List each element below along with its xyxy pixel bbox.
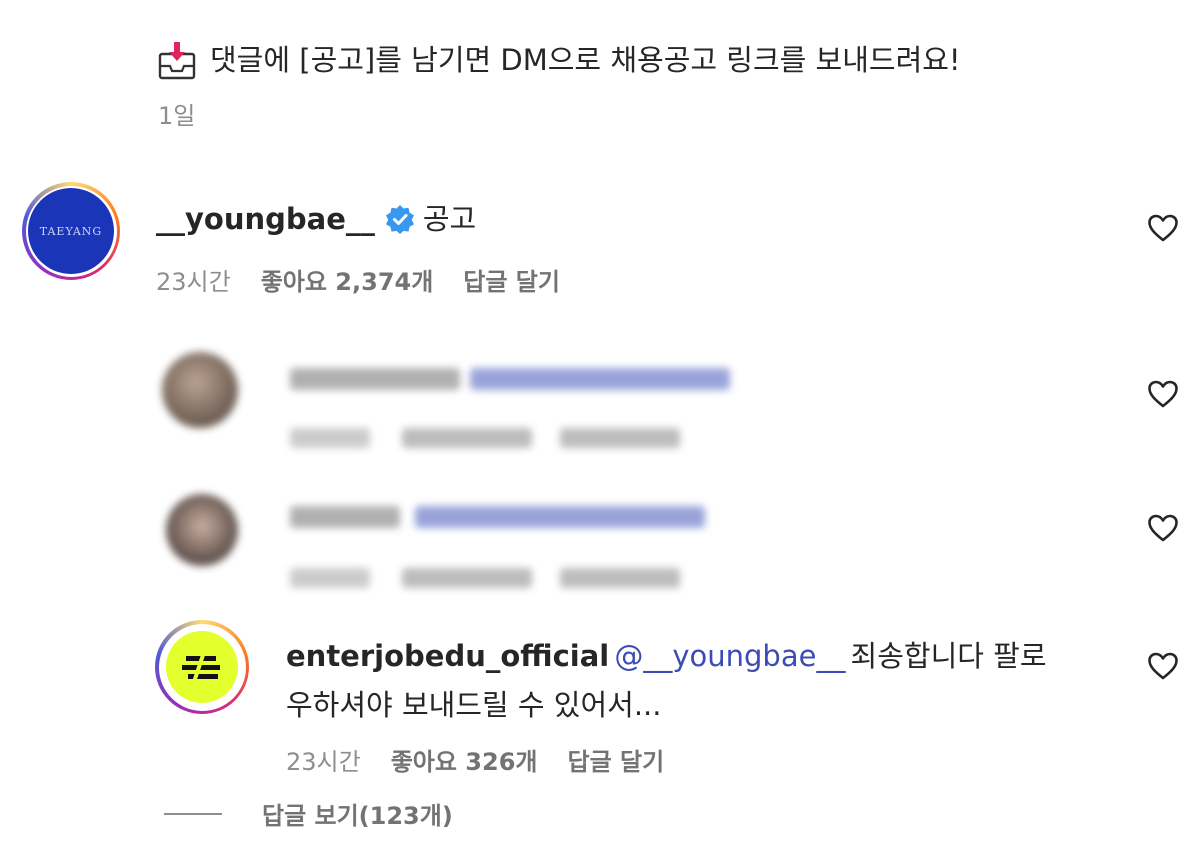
avatar-logo-text: TAEYANG — [39, 224, 103, 238]
comment-youngbae: TAEYANG — [22, 182, 120, 280]
comment-enterjobedu — [155, 620, 249, 714]
reply-button[interactable]: 답글 달기 — [463, 262, 560, 297]
comment-likes[interactable]: 좋아요 326개 — [391, 742, 538, 777]
like-heart-icon[interactable] — [1147, 213, 1179, 243]
comments-panel: 댓글에 [공고]를 남기면 DM으로 채용공고 링크를 보내드려요! 1일 TA… — [0, 0, 1200, 862]
verified-badge-icon — [385, 205, 414, 234]
caption-time: 1일 — [158, 102, 196, 130]
comment-enterjobedu-body: enterjobedu_official @__youngbae__ 죄송합니다… — [286, 634, 1106, 727]
view-replies-label: 답글 보기(123개) — [262, 802, 453, 830]
caption-text: 댓글에 [공고]를 남기면 DM으로 채용공고 링크를 보내드려요! — [210, 43, 961, 77]
comment-username[interactable]: __youngbae__ — [156, 202, 375, 236]
blurred-reply — [140, 330, 780, 470]
like-heart-icon[interactable] — [1147, 379, 1179, 409]
comment-time[interactable]: 23시간 — [156, 262, 231, 297]
comment-meta: 23시간 좋아요 2,374개 답글 달기 — [156, 262, 560, 297]
reply-button[interactable]: 답글 달기 — [567, 742, 664, 777]
avatar-image: TAEYANG — [28, 188, 114, 274]
inbox-download-icon — [158, 42, 196, 80]
comment-text: 공고 — [422, 202, 477, 236]
enterjobedu-logo — [166, 631, 238, 703]
like-heart-icon[interactable] — [1147, 513, 1179, 543]
avatar[interactable] — [155, 620, 249, 714]
comment-likes[interactable]: 좋아요 2,374개 — [261, 262, 434, 297]
view-replies-button[interactable]: 답글 보기(123개) — [164, 796, 453, 831]
blurred-reply — [140, 478, 780, 608]
comment-text-continued: 우하셔야 보내드릴 수 있어서... — [286, 688, 662, 722]
comment-time[interactable]: 23시간 — [286, 742, 361, 777]
post-caption: 댓글에 [공고]를 남기면 DM으로 채용공고 링크를 보내드려요! — [158, 38, 961, 82]
enterjobedu-logo-mark — [182, 651, 220, 683]
view-replies-line — [164, 812, 222, 815]
comment-youngbae-body: __youngbae__ 공고 — [156, 196, 476, 238]
avatar[interactable]: TAEYANG — [22, 182, 120, 280]
mention-link[interactable]: @__youngbae__ — [614, 639, 845, 673]
comment-text: 죄송합니다 팔로 — [850, 639, 1047, 673]
like-heart-icon[interactable] — [1147, 651, 1179, 681]
comment-username[interactable]: enterjobedu_official — [286, 639, 609, 673]
comment-meta: 23시간 좋아요 326개 답글 달기 — [286, 742, 664, 777]
